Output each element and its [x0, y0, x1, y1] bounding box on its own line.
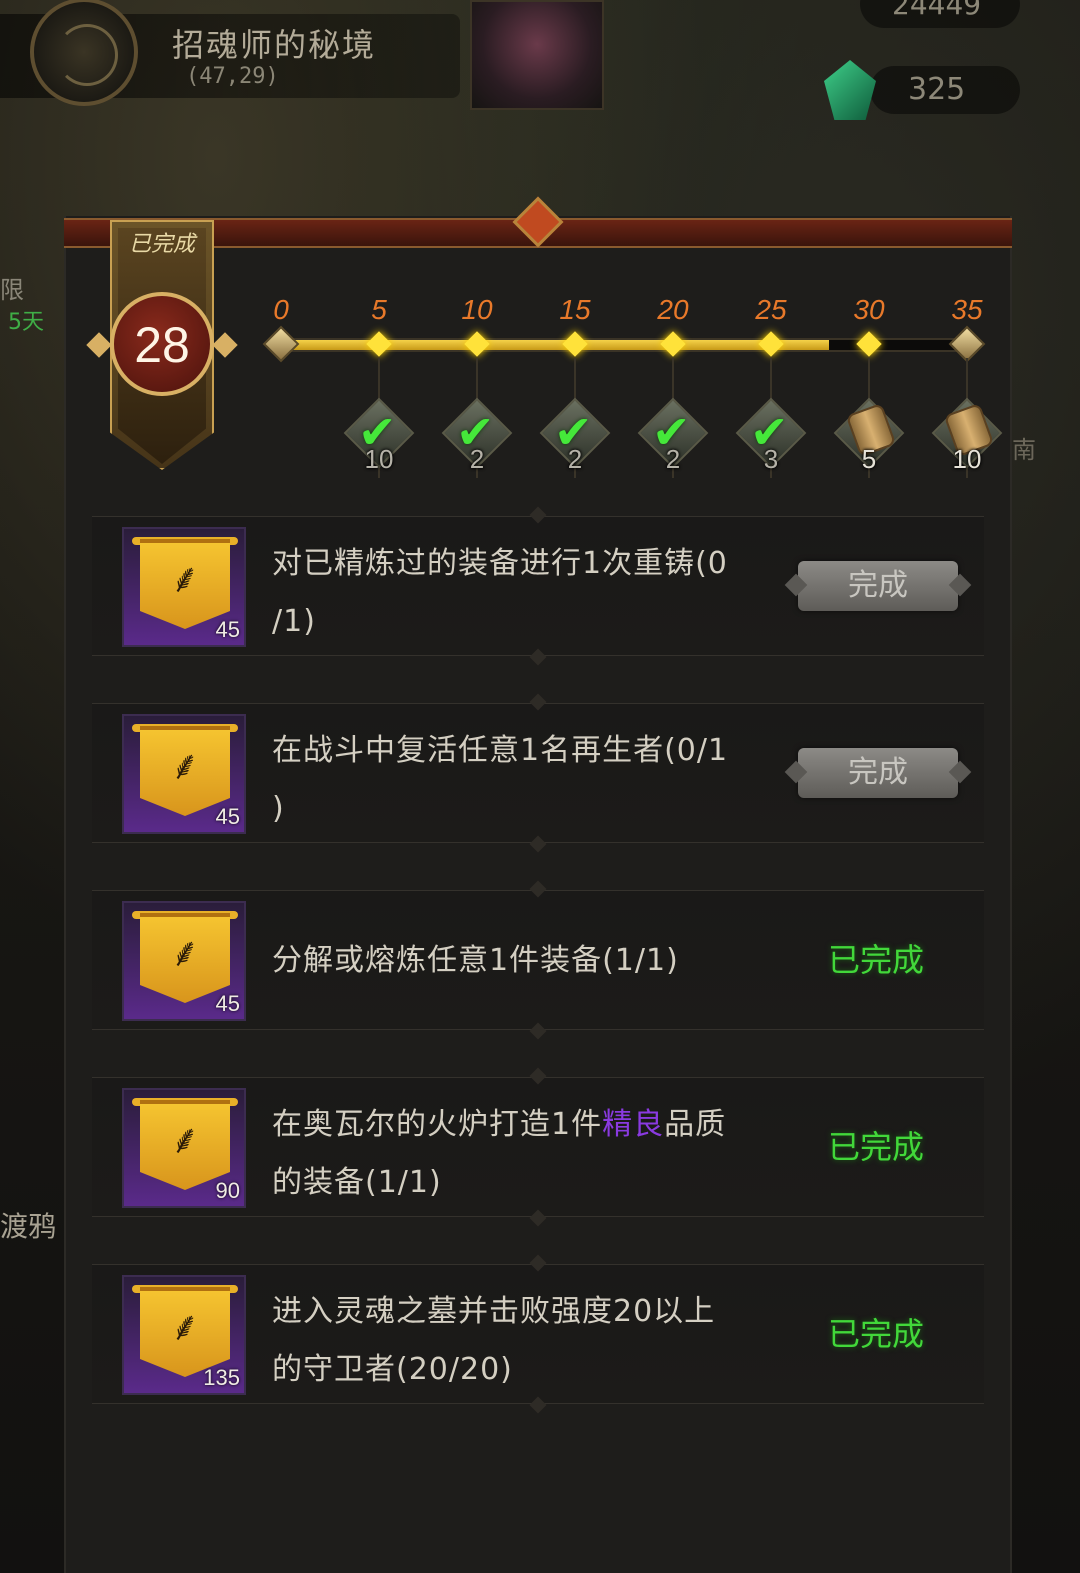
task-line-2: 的守卫者(20/20): [272, 1352, 513, 1387]
task-line-2: 的装备(1/1): [272, 1165, 442, 1200]
task-points: 45: [215, 804, 240, 829]
task-description: 在战斗中复活任意1名再生者(0/1 ): [272, 722, 782, 838]
complete-button[interactable]: 完成: [798, 748, 958, 798]
milestone-reward[interactable]: ✔ 10: [343, 397, 415, 474]
side-timer: 5天: [8, 310, 44, 335]
reward-count: 10: [952, 444, 982, 474]
task-line-2: /1): [272, 604, 316, 639]
milestone-reward[interactable]: ✔ 2: [441, 397, 513, 474]
location-coords: (47,29): [186, 64, 279, 89]
milestone-reward[interactable]: ✔ 3: [735, 397, 807, 474]
task-description: 在奥瓦尔的火炉打造1件精良品质 的装备(1/1): [272, 1096, 782, 1212]
tick-label: 30: [853, 294, 885, 325]
reward-count: 2: [567, 444, 583, 474]
hero-portrait[interactable]: [470, 0, 604, 110]
status-completed: 已完成: [828, 941, 925, 979]
tick-label: 25: [755, 294, 787, 325]
task-description: 分解或熔炼任意1件装备(1/1): [272, 933, 782, 989]
activity-level: 28: [134, 317, 190, 373]
task-line-1: 分解或熔炼任意1件装备(1/1): [272, 943, 679, 978]
side-label-south: 南: [1012, 436, 1036, 464]
reward-count: 2: [469, 444, 485, 474]
status-completed: 已完成: [828, 1315, 925, 1353]
task-icon: ⸙ 45: [122, 527, 246, 647]
task-line-1: 在奥瓦尔的火炉打造1件精良品质: [272, 1096, 782, 1154]
task-points: 45: [215, 617, 240, 642]
banner-glyph-icon: ⸙: [170, 743, 200, 789]
task-line-2: ): [272, 791, 285, 826]
task-icon: ⸙ 45: [122, 901, 246, 1021]
tick-label: 5: [371, 294, 387, 325]
complete-button[interactable]: 完成: [798, 561, 958, 611]
task-row: ⸙ 90 在奥瓦尔的火炉打造1件精良品质 的装备(1/1) 已完成: [92, 1077, 984, 1217]
task-points: 90: [215, 1178, 240, 1203]
task-row: ⸙ 45 在战斗中复活任意1名再生者(0/1 ) 完成: [92, 703, 984, 843]
task-description: 进入灵魂之墓并击败强度20以上 的守卫者(20/20): [272, 1283, 782, 1399]
task-line-1: 进入灵魂之墓并击败强度20以上: [272, 1294, 716, 1329]
reward-count: 10: [364, 444, 394, 474]
quality-highlight: 精良: [602, 1107, 665, 1142]
reward-count: 5: [861, 444, 877, 474]
milestone-reward[interactable]: ✔ 2: [637, 397, 709, 474]
reward-count: 3: [763, 444, 779, 474]
tick-label: 15: [559, 294, 591, 325]
task-row: ⸙ 135 进入灵魂之墓并击败强度20以上 的守卫者(20/20) 已完成: [92, 1264, 984, 1404]
location-name: 招魂师的秘境: [172, 26, 377, 64]
task-text-c: 品质: [664, 1107, 727, 1142]
task-icon: ⸙ 45: [122, 714, 246, 834]
task-points: 135: [203, 1365, 240, 1390]
task-description: 对已精炼过的装备进行1次重铸(0 /1): [272, 535, 782, 651]
task-row: ⸙ 45 对已精炼过的装备进行1次重铸(0 /1) 完成: [92, 516, 984, 656]
gem-count: 325: [908, 72, 966, 107]
milestone-reward[interactable]: ✔ 2: [539, 397, 611, 474]
task-line-1: 对已精炼过的装备进行1次重铸(0: [272, 546, 728, 581]
badge-label: 已完成: [128, 232, 195, 257]
tick-label: 0: [273, 294, 289, 325]
banner-glyph-icon: ⸙: [170, 1304, 200, 1350]
progress-fill: [282, 340, 830, 350]
tick-label: 10: [461, 294, 493, 325]
reward-count: 2: [665, 444, 681, 474]
milestone-reward[interactable]: 5: [833, 397, 905, 474]
banner-glyph-icon: ⸙: [170, 556, 200, 602]
task-text-a: 在奥瓦尔的火炉打造1件: [272, 1107, 603, 1142]
status-completed: 已完成: [828, 1128, 925, 1166]
task-icon: ⸙ 135: [122, 1275, 246, 1395]
task-line-1: 在战斗中复活任意1名再生者(0/1: [272, 733, 729, 768]
task-points: 45: [215, 991, 240, 1016]
side-label-limited[interactable]: 限: [0, 270, 66, 305]
task-row: ⸙ 45 分解或熔炼任意1件装备(1/1) 已完成: [92, 890, 984, 1030]
task-icon: ⸙ 90: [122, 1088, 246, 1208]
tick-label: 20: [657, 294, 689, 325]
location-emblem-icon[interactable]: [30, 0, 138, 106]
banner-glyph-icon: ⸙: [170, 1117, 200, 1163]
tick-label: 35: [951, 294, 983, 325]
banner-glyph-icon: ⸙: [170, 930, 200, 976]
resource-top-value: 24449: [892, 0, 982, 21]
side-label-raven[interactable]: 渡鸦: [0, 1205, 56, 1245]
milestone-reward[interactable]: 10: [931, 397, 1003, 474]
